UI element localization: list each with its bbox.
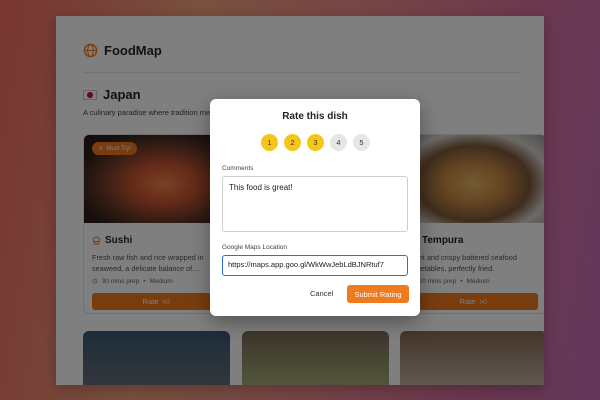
- rating-selector: 1 2 3 4 5: [261, 134, 370, 151]
- rating-option-2[interactable]: 2: [284, 134, 301, 151]
- rating-option-5[interactable]: 5: [353, 134, 370, 151]
- rating-option-1[interactable]: 1: [261, 134, 278, 151]
- rating-dialog: Rate this dish 1 2 3 4 5 Comments This f…: [210, 99, 420, 316]
- location-input[interactable]: https://maps.app.goo.gl/WkWwJebLdBJNRtuf…: [222, 255, 408, 276]
- comments-label: Comments: [222, 165, 254, 172]
- rating-option-4[interactable]: 4: [330, 134, 347, 151]
- location-label: Google Maps Location: [222, 244, 288, 251]
- rating-option-3[interactable]: 3: [307, 134, 324, 151]
- dialog-title: Rate this dish: [282, 111, 348, 122]
- comments-textarea[interactable]: This food is great!: [222, 176, 408, 232]
- cancel-button[interactable]: Cancel: [310, 289, 333, 298]
- submit-rating-button[interactable]: Submit Rating: [347, 285, 409, 303]
